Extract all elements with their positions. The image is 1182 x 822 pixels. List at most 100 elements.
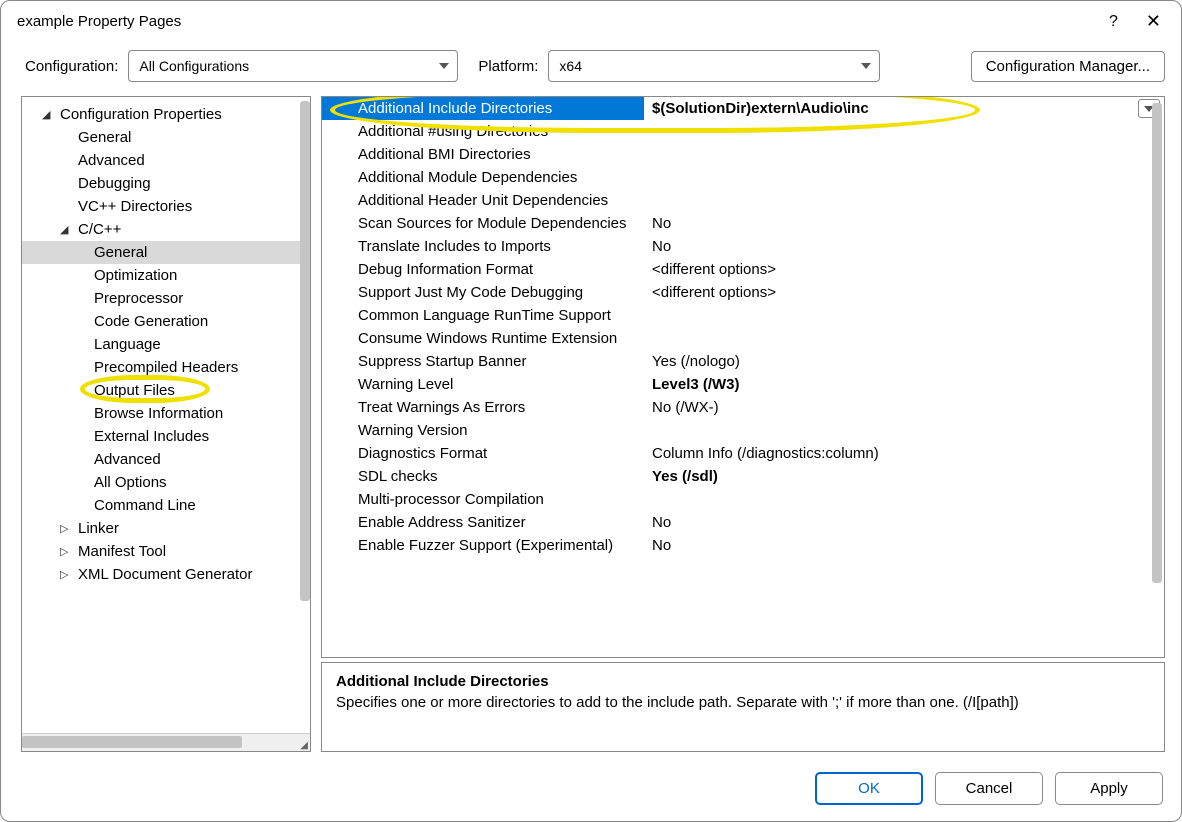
property-row[interactable]: Enable Address SanitizerNo	[322, 511, 1164, 534]
configuration-value: All Configurations	[139, 58, 249, 74]
tree-item[interactable]: ▷ Manifest Tool	[22, 540, 310, 563]
tree-item[interactable]: Code Generation	[22, 310, 310, 333]
property-row[interactable]: Enable Fuzzer Support (Experimental)No	[322, 534, 1164, 557]
tree-item[interactable]: Command Line	[22, 494, 310, 517]
property-value[interactable]: Column Info (/diagnostics:column)	[644, 442, 1164, 465]
tree-item-label: Debugging	[78, 175, 151, 192]
tree-item[interactable]: ▷XML Document Generator	[22, 563, 310, 586]
property-grid: Additional Include Directories$(Solution…	[321, 96, 1165, 658]
property-row[interactable]: Multi-processor Compilation	[322, 488, 1164, 511]
tree-item[interactable]: ◢C/C++	[22, 218, 310, 241]
property-value[interactable]: $(SolutionDir)extern\Audio\inc	[644, 97, 1134, 120]
property-row[interactable]: Additional Module Dependencies	[322, 166, 1164, 189]
expand-icon[interactable]: ▷	[60, 522, 74, 535]
configuration-combo[interactable]: All Configurations	[128, 50, 458, 82]
tree-item[interactable]: VC++ Directories	[22, 195, 310, 218]
apply-button[interactable]: Apply	[1055, 772, 1163, 805]
grid-vertical-scrollbar[interactable]	[1152, 103, 1162, 583]
window-controls: ? ✕	[1109, 9, 1169, 34]
property-value[interactable]	[644, 419, 1164, 442]
right-column: Additional Include Directories$(Solution…	[321, 96, 1165, 752]
property-value[interactable]: <different options>	[644, 258, 1164, 281]
tree-item[interactable]: All Options	[22, 471, 310, 494]
property-row[interactable]: Treat Warnings As ErrorsNo (/WX-)	[322, 396, 1164, 419]
tree-item-label: Advanced	[78, 152, 145, 169]
property-grid-scroll[interactable]: Additional Include Directories$(Solution…	[322, 97, 1164, 657]
tree-vertical-scrollbar[interactable]	[300, 101, 310, 601]
property-value[interactable]: Yes (/sdl)	[644, 465, 1164, 488]
property-value[interactable]	[644, 488, 1164, 511]
tree-item-label: Preprocessor	[94, 290, 183, 307]
property-value[interactable]	[644, 120, 1164, 143]
property-row[interactable]: Debug Information Format<different optio…	[322, 258, 1164, 281]
property-row[interactable]: Translate Includes to ImportsNo	[322, 235, 1164, 258]
close-icon[interactable]: ✕	[1138, 9, 1169, 34]
tree-item[interactable]: Language	[22, 333, 310, 356]
tree-item-label: Manifest Tool	[78, 543, 166, 560]
tree-item[interactable]: Precompiled Headers	[22, 356, 310, 379]
tree-item[interactable]: Advanced	[22, 448, 310, 471]
property-label: Translate Includes to Imports	[322, 235, 644, 258]
property-row[interactable]: Additional #using Directories	[322, 120, 1164, 143]
property-value[interactable]: Yes (/nologo)	[644, 350, 1164, 373]
property-row[interactable]: Diagnostics FormatColumn Info (/diagnost…	[322, 442, 1164, 465]
platform-combo[interactable]: x64	[548, 50, 880, 82]
property-value[interactable]	[644, 143, 1164, 166]
tree-item[interactable]: General	[22, 126, 310, 149]
scrollbar-thumb[interactable]	[22, 736, 242, 748]
description-pane: Additional Include Directories Specifies…	[321, 662, 1165, 752]
collapse-icon[interactable]: ◢	[42, 108, 56, 121]
property-value[interactable]: <different options>	[644, 281, 1164, 304]
property-row[interactable]: Additional BMI Directories	[322, 143, 1164, 166]
property-label: Scan Sources for Module Dependencies	[322, 212, 644, 235]
property-value[interactable]: No	[644, 235, 1164, 258]
chevron-down-icon	[439, 63, 449, 69]
expand-icon[interactable]: ▷	[60, 568, 74, 581]
tree-item[interactable]: Output Files	[22, 379, 310, 402]
tree-item[interactable]: Optimization	[22, 264, 310, 287]
property-row[interactable]: Suppress Startup BannerYes (/nologo)	[322, 350, 1164, 373]
tree-item-label: Output Files	[94, 382, 175, 399]
tree-item[interactable]: Debugging	[22, 172, 310, 195]
property-label: Additional BMI Directories	[322, 143, 644, 166]
property-row[interactable]: Support Just My Code Debugging<different…	[322, 281, 1164, 304]
property-value[interactable]	[644, 189, 1164, 212]
property-row[interactable]: Additional Include Directories$(Solution…	[322, 97, 1164, 120]
tree-item[interactable]: General	[22, 241, 310, 264]
expand-icon[interactable]: ▷	[60, 545, 74, 558]
help-icon[interactable]: ?	[1109, 13, 1118, 31]
resize-grip-icon[interactable]: ◢	[300, 740, 308, 751]
tree-item[interactable]: Preprocessor	[22, 287, 310, 310]
tree-item[interactable]: Advanced	[22, 149, 310, 172]
configuration-manager-button[interactable]: Configuration Manager...	[971, 51, 1165, 82]
property-row[interactable]: Scan Sources for Module DependenciesNo	[322, 212, 1164, 235]
ok-button[interactable]: OK	[815, 772, 923, 805]
tree-scroll[interactable]: ◢Configuration PropertiesGeneralAdvanced…	[22, 97, 310, 733]
property-row[interactable]: SDL checksYes (/sdl)	[322, 465, 1164, 488]
tree-root[interactable]: ◢Configuration Properties	[22, 103, 310, 126]
property-value[interactable]: No	[644, 212, 1164, 235]
property-row[interactable]: Consume Windows Runtime Extension	[322, 327, 1164, 350]
property-value[interactable]	[644, 304, 1164, 327]
property-value[interactable]	[644, 327, 1164, 350]
platform-value: x64	[559, 58, 582, 74]
property-row[interactable]: Additional Header Unit Dependencies	[322, 189, 1164, 212]
description-body: Specifies one or more directories to add…	[336, 692, 1150, 713]
collapse-icon[interactable]: ◢	[60, 223, 74, 236]
tree-item[interactable]: ▷Linker	[22, 517, 310, 540]
description-title: Additional Include Directories	[336, 673, 1150, 690]
property-value[interactable]: No	[644, 511, 1164, 534]
property-value[interactable]: Level3 (/W3)	[644, 373, 1164, 396]
property-value[interactable]: No (/WX-)	[644, 396, 1164, 419]
cancel-button[interactable]: Cancel	[935, 772, 1043, 805]
tree-horizontal-scrollbar[interactable]: ◢	[22, 733, 310, 751]
tree-item[interactable]: External Includes	[22, 425, 310, 448]
property-row[interactable]: Warning Version	[322, 419, 1164, 442]
tree-item-label: Browse Information	[94, 405, 223, 422]
property-value[interactable]	[644, 166, 1164, 189]
property-row[interactable]: Warning LevelLevel3 (/W3)	[322, 373, 1164, 396]
property-row[interactable]: Common Language RunTime Support	[322, 304, 1164, 327]
tree-item[interactable]: Browse Information	[22, 402, 310, 425]
property-label: Additional Include Directories	[322, 97, 644, 120]
property-value[interactable]: No	[644, 534, 1164, 557]
